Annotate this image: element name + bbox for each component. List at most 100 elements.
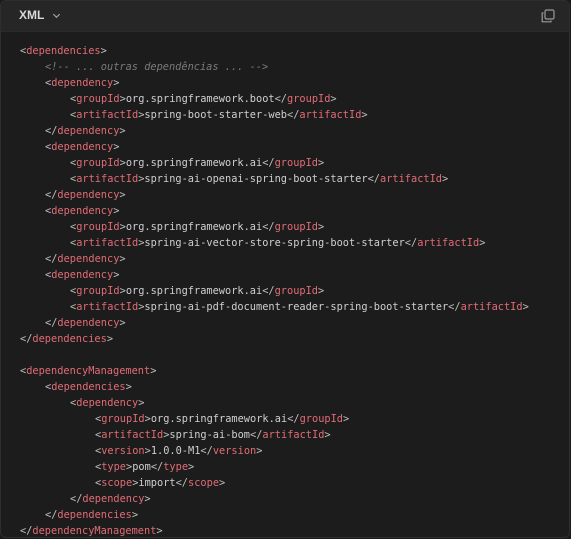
code-punctuation: >	[522, 301, 529, 313]
code-text-value: spring-ai-vector-store-spring-boot-start…	[144, 237, 405, 249]
code-punctuation: >	[113, 205, 120, 217]
code-line: <dependency>	[20, 139, 569, 155]
code-tag-name: groupId	[76, 285, 120, 297]
code-punctuation: </	[274, 93, 288, 105]
code-tag-name: groupId	[76, 93, 120, 105]
code-punctuation: </	[45, 253, 58, 265]
code-text-value: 1.0.0-M1	[150, 445, 201, 457]
code-content: <dependencies> <!-- ... outras dependênci…	[20, 43, 569, 537]
code-tag-name: dependency	[82, 493, 145, 505]
code-punctuation: </	[20, 333, 33, 345]
language-selector[interactable]: XML	[19, 8, 61, 22]
code-tag-name: groupId	[76, 157, 120, 169]
code-punctuation: >	[113, 269, 120, 281]
code-tag-name: artifactId	[380, 173, 442, 185]
code-tag-name: artifactId	[417, 237, 480, 249]
code-line: <dependencies>	[20, 379, 569, 395]
code-line: <dependency>	[20, 75, 569, 91]
code-punctuation: >	[144, 493, 151, 505]
code-text-value: import	[138, 477, 176, 489]
code-line: </dependency>	[20, 251, 569, 267]
code-punctuation: >	[343, 413, 350, 425]
language-label: XML	[19, 8, 45, 22]
code-tag-name: dependency	[57, 189, 120, 201]
code-line: <artifactId>spring-ai-pdf-document-reade…	[20, 299, 569, 315]
code-punctuation: </	[404, 237, 418, 249]
code-line: </dependency>	[20, 491, 569, 507]
code-line: <groupId>org.springframework.ai</groupId…	[20, 411, 569, 427]
code-punctuation: >	[125, 381, 132, 393]
code-punctuation: >	[219, 477, 226, 489]
code-punctuation: </	[287, 109, 300, 121]
code-text-value: spring-ai-openai-spring-boot-starter	[144, 173, 368, 185]
code-line: <artifactId>spring-boot-starter-web</art…	[20, 107, 569, 123]
code-punctuation: >	[318, 285, 325, 297]
code-tag-name: artifactId	[460, 301, 523, 313]
code-punctuation: </	[45, 125, 58, 137]
code-punctuation: >	[138, 397, 145, 409]
code-punctuation: </	[70, 493, 83, 505]
code-line: </dependencyManagement>	[20, 523, 569, 537]
code-punctuation: >	[106, 333, 114, 345]
code-line: </dependency>	[20, 187, 569, 203]
code-tag-name: artifactId	[76, 173, 139, 185]
code-tag-name: groupId	[274, 285, 319, 297]
code-line: <dependency>	[20, 267, 569, 283]
code-tag-name: dependency	[51, 269, 114, 281]
code-line: <version>1.0.0-M1</version>	[20, 443, 569, 459]
code-text-value: spring-ai-pdf-document-reader-spring-boo…	[144, 301, 449, 313]
code-tag-name: dependency	[51, 77, 114, 89]
code-line: <groupId>org.springframework.ai</groupId…	[20, 219, 569, 235]
code-text-value: spring-boot-starter-web	[144, 109, 287, 121]
code-punctuation: </	[367, 173, 380, 185]
code-tag-name: version	[212, 445, 257, 457]
code-tag-name: dependency	[57, 125, 120, 137]
code-tag-name: type	[163, 461, 189, 473]
code-block-header: XML	[1, 1, 569, 32]
code-tag-name: groupId	[76, 221, 120, 233]
code-line: <dependency>	[20, 203, 569, 219]
code-punctuation: >	[119, 189, 126, 201]
code-tag-name: artifactId	[299, 109, 362, 121]
code-tag-name: artifactId	[76, 237, 139, 249]
code-line: <dependency>	[20, 395, 569, 411]
code-line: <!-- ... outras dependências ... -->	[20, 59, 569, 75]
code-punctuation: >	[361, 109, 368, 121]
code-text-value: org.springframework.ai	[125, 221, 263, 233]
code-tag-name: dependencies	[26, 45, 101, 57]
code-line: <groupId>org.springframework.boot</group…	[20, 91, 569, 107]
code-line: <groupId>org.springframework.ai</groupId…	[20, 155, 569, 171]
code-line: </dependency>	[20, 315, 569, 331]
code-punctuation: </	[45, 189, 58, 201]
code-line: <artifactId>spring-ai-vector-store-sprin…	[20, 235, 569, 251]
copy-icon[interactable]	[541, 9, 555, 23]
code-punctuation: </	[262, 157, 275, 169]
code-tag-name: scope	[101, 477, 133, 489]
code-punctuation: </	[45, 509, 58, 521]
code-punctuation: </	[250, 429, 263, 441]
code-punctuation: >	[131, 509, 139, 521]
code-tag-name: dependencies	[51, 381, 126, 393]
code-punctuation: </	[45, 317, 58, 329]
code-punctuation: </	[262, 285, 275, 297]
code-line: </dependencies>	[20, 507, 569, 523]
code-line: </dependency>	[20, 123, 569, 139]
code-punctuation: >	[119, 317, 126, 329]
code-tag-name: dependencyManagement	[32, 525, 157, 537]
code-text-value: org.springframework.boot	[125, 93, 275, 105]
code-tag-name: artifactId	[101, 429, 164, 441]
code-punctuation: >	[256, 445, 263, 457]
code-tag-name: dependencyManagement	[26, 365, 151, 377]
code-punctuation: >	[150, 365, 157, 377]
code-punctuation: </	[20, 525, 33, 537]
code-punctuation: >	[318, 221, 325, 233]
code-tag-name: groupId	[299, 413, 344, 425]
code-tag-name: scope	[188, 477, 220, 489]
code-line: </dependencies>	[20, 331, 569, 347]
code-text-value: org.springframework.ai	[125, 157, 263, 169]
code-tag-name: dependencies	[32, 333, 107, 345]
code-punctuation: </	[287, 413, 300, 425]
code-tag-name: dependency	[57, 253, 120, 265]
code-line: <scope>import</scope>	[20, 475, 569, 491]
code-text-value: pom	[132, 461, 151, 473]
